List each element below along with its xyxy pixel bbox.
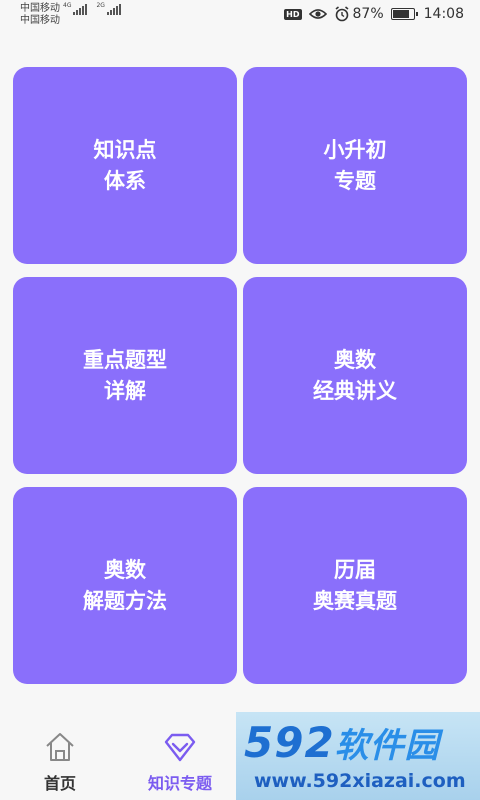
tile-label-line1: 重点题型 xyxy=(83,347,167,372)
tile-label-line1: 小升初 xyxy=(323,137,387,162)
watermark-url: www.592xiazai.com xyxy=(254,770,466,792)
watermark-overlay: 592软件园 www.592xiazai.com xyxy=(236,712,480,800)
clock: 14:08 xyxy=(423,6,464,22)
status-bar: 中国移动 4G 2G 中国移动 HD 87% 14:08 xyxy=(0,0,480,32)
tile-olympiad-lectures[interactable]: 奥数 经典讲义 xyxy=(243,277,467,474)
tab-home-label: 首页 xyxy=(43,774,76,793)
home-icon xyxy=(46,733,74,761)
eye-icon xyxy=(308,9,327,19)
hd-icon: HD xyxy=(284,8,302,20)
tile-past-olympiad-exams[interactable]: 历届 奥赛真题 xyxy=(243,487,467,684)
diamond-icon xyxy=(164,733,196,762)
carrier-1-label: 中国移动 xyxy=(20,3,60,14)
tile-label-line1: 奥数 xyxy=(334,347,376,372)
topic-grid: 知识点 体系 小升初 专题 重点题型 详解 奥数 经典讲义 奥数 解题方法 历届 奥赛真题 xyxy=(13,67,467,684)
carrier-info: 中国移动 4G 2G 中国移动 xyxy=(20,3,122,27)
watermark-logo: 592软件园 xyxy=(244,718,440,771)
watermark-logo-number: 592 xyxy=(244,718,335,767)
battery-icon xyxy=(390,8,418,20)
net-1-label: 4G xyxy=(63,2,72,9)
watermark-logo-text: 软件园 xyxy=(334,726,440,766)
status-right: HD 87% 14:08 xyxy=(277,6,464,22)
tab-topics-label: 知识专题 xyxy=(147,774,212,793)
tab-topics[interactable]: 知识专题 xyxy=(120,714,240,800)
tab-home[interactable]: 首页 xyxy=(0,714,120,800)
net-2-label: 2G xyxy=(96,2,105,9)
tile-primary-to-middle[interactable]: 小升初 专题 xyxy=(243,67,467,264)
tile-label-line1: 奥数 xyxy=(104,557,146,582)
signal-2-icon: 2G xyxy=(96,3,121,15)
tile-label-line2: 详解 xyxy=(104,378,146,403)
tile-label-line2: 体系 xyxy=(104,168,146,193)
tile-label-line2: 经典讲义 xyxy=(313,378,397,403)
tile-label-line1: 历届 xyxy=(334,557,376,582)
tile-label-line2: 解题方法 xyxy=(83,588,167,613)
signal-1-icon: 4G xyxy=(63,3,88,15)
battery-percent: 87% xyxy=(352,6,384,22)
tile-key-problem-types[interactable]: 重点题型 详解 xyxy=(13,277,237,474)
carrier-2-label: 中国移动 xyxy=(20,15,60,26)
tile-label-line1: 知识点 xyxy=(93,137,157,162)
tile-knowledge-system[interactable]: 知识点 体系 xyxy=(13,67,237,264)
tile-olympiad-methods[interactable]: 奥数 解题方法 xyxy=(13,487,237,684)
alarm-icon xyxy=(335,6,349,22)
tile-label-line2: 奥赛真题 xyxy=(313,588,397,613)
tile-label-line2: 专题 xyxy=(334,168,376,193)
